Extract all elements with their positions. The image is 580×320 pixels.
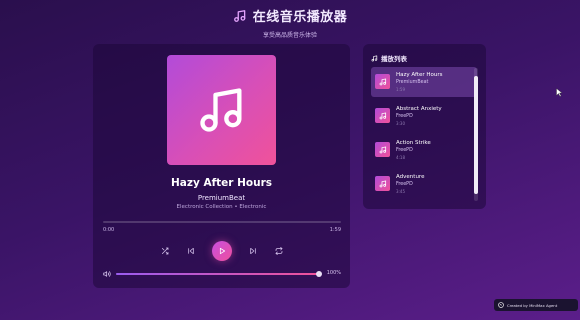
page-subtitle: 享受高品质音乐体验 (262, 31, 317, 39)
playlist-header: 播放列表 (371, 53, 407, 63)
player-card: Hazy After Hours PremiumBeat Electronic … (93, 44, 350, 288)
playlist-scrollbar[interactable] (474, 68, 478, 201)
track-artist: FreePD (396, 182, 413, 187)
track-name: Action Strike (396, 140, 431, 146)
playlist-list: Hazy After Hours PremiumBeat 1:59 Abstra… (371, 67, 477, 203)
track-duration: 4:18 (396, 155, 405, 160)
music-note-icon (371, 55, 378, 61)
music-note-icon (379, 146, 386, 153)
track-name: Abstract Anxiety (396, 106, 442, 112)
playlist-item[interactable]: Hazy After Hours PremiumBeat 1:59 (371, 67, 477, 97)
previous-icon (187, 247, 194, 255)
total-time: 1:59 (329, 227, 341, 233)
volume-fill (116, 273, 319, 275)
shuffle-icon (161, 247, 168, 255)
album-cover (167, 55, 276, 165)
volume-knob[interactable] (316, 271, 322, 277)
song-title: Hazy After Hours (170, 177, 273, 189)
song-album: Electronic Collection • Electronic (176, 204, 267, 210)
repeat-icon (275, 247, 282, 255)
mouse-cursor-icon (556, 88, 562, 97)
song-artist: PremiumBeat (197, 194, 246, 202)
track-duration: 3:45 (396, 189, 405, 194)
track-thumbnail (375, 108, 390, 123)
repeat-button[interactable] (274, 246, 284, 256)
play-button[interactable] (211, 241, 232, 261)
playlist-item[interactable]: Abstract Anxiety FreePD 3:30 (371, 101, 477, 131)
music-note-icon (379, 112, 386, 119)
app-header: 在线音乐播放器 享受高品质音乐体验 (0, 6, 580, 39)
music-note-icon (379, 180, 386, 187)
music-note-icon (379, 78, 386, 85)
track-artist: FreePD (396, 114, 413, 119)
track-artist: FreePD (396, 148, 413, 153)
creator-badge[interactable]: Created by MiniMax Agent (494, 299, 578, 311)
playback-controls (93, 241, 350, 261)
badge-text: Created by MiniMax Agent (507, 302, 558, 308)
track-thumbnail (375, 142, 390, 157)
play-icon (219, 247, 225, 255)
track-duration: 3:30 (396, 121, 405, 126)
volume-control: 100% (103, 270, 341, 278)
next-button[interactable] (248, 246, 258, 256)
volume-percent: 100% (326, 270, 341, 276)
title-row: 在线音乐播放器 (233, 6, 348, 25)
track-name: Hazy After Hours (396, 72, 443, 78)
playlist-item[interactable]: Adventure FreePD 3:45 (371, 169, 477, 199)
track-artist: PremiumBeat (396, 80, 429, 85)
previous-button[interactable] (186, 246, 196, 256)
progress-bar[interactable] (103, 221, 341, 223)
volume-slider[interactable] (116, 271, 322, 277)
page-title: 在线音乐播放器 (252, 10, 348, 25)
current-time: 0:00 (103, 227, 115, 233)
playlist-panel: 播放列表 Hazy After Hours PremiumBeat 1:59 A… (363, 44, 486, 209)
track-name: Adventure (396, 174, 425, 180)
playlist-item[interactable]: Action Strike FreePD 4:18 (371, 135, 477, 165)
track-thumbnail (375, 176, 390, 191)
scrollbar-thumb[interactable] (474, 76, 478, 194)
agent-logo-icon (498, 302, 504, 308)
music-note-icon (199, 88, 241, 132)
playlist-title: 播放列表 (381, 55, 407, 63)
music-note-icon (233, 9, 246, 22)
volume-icon[interactable] (103, 270, 111, 278)
track-duration: 1:59 (396, 87, 405, 92)
next-icon (249, 247, 256, 255)
track-thumbnail (375, 74, 390, 89)
shuffle-button[interactable] (160, 246, 170, 256)
